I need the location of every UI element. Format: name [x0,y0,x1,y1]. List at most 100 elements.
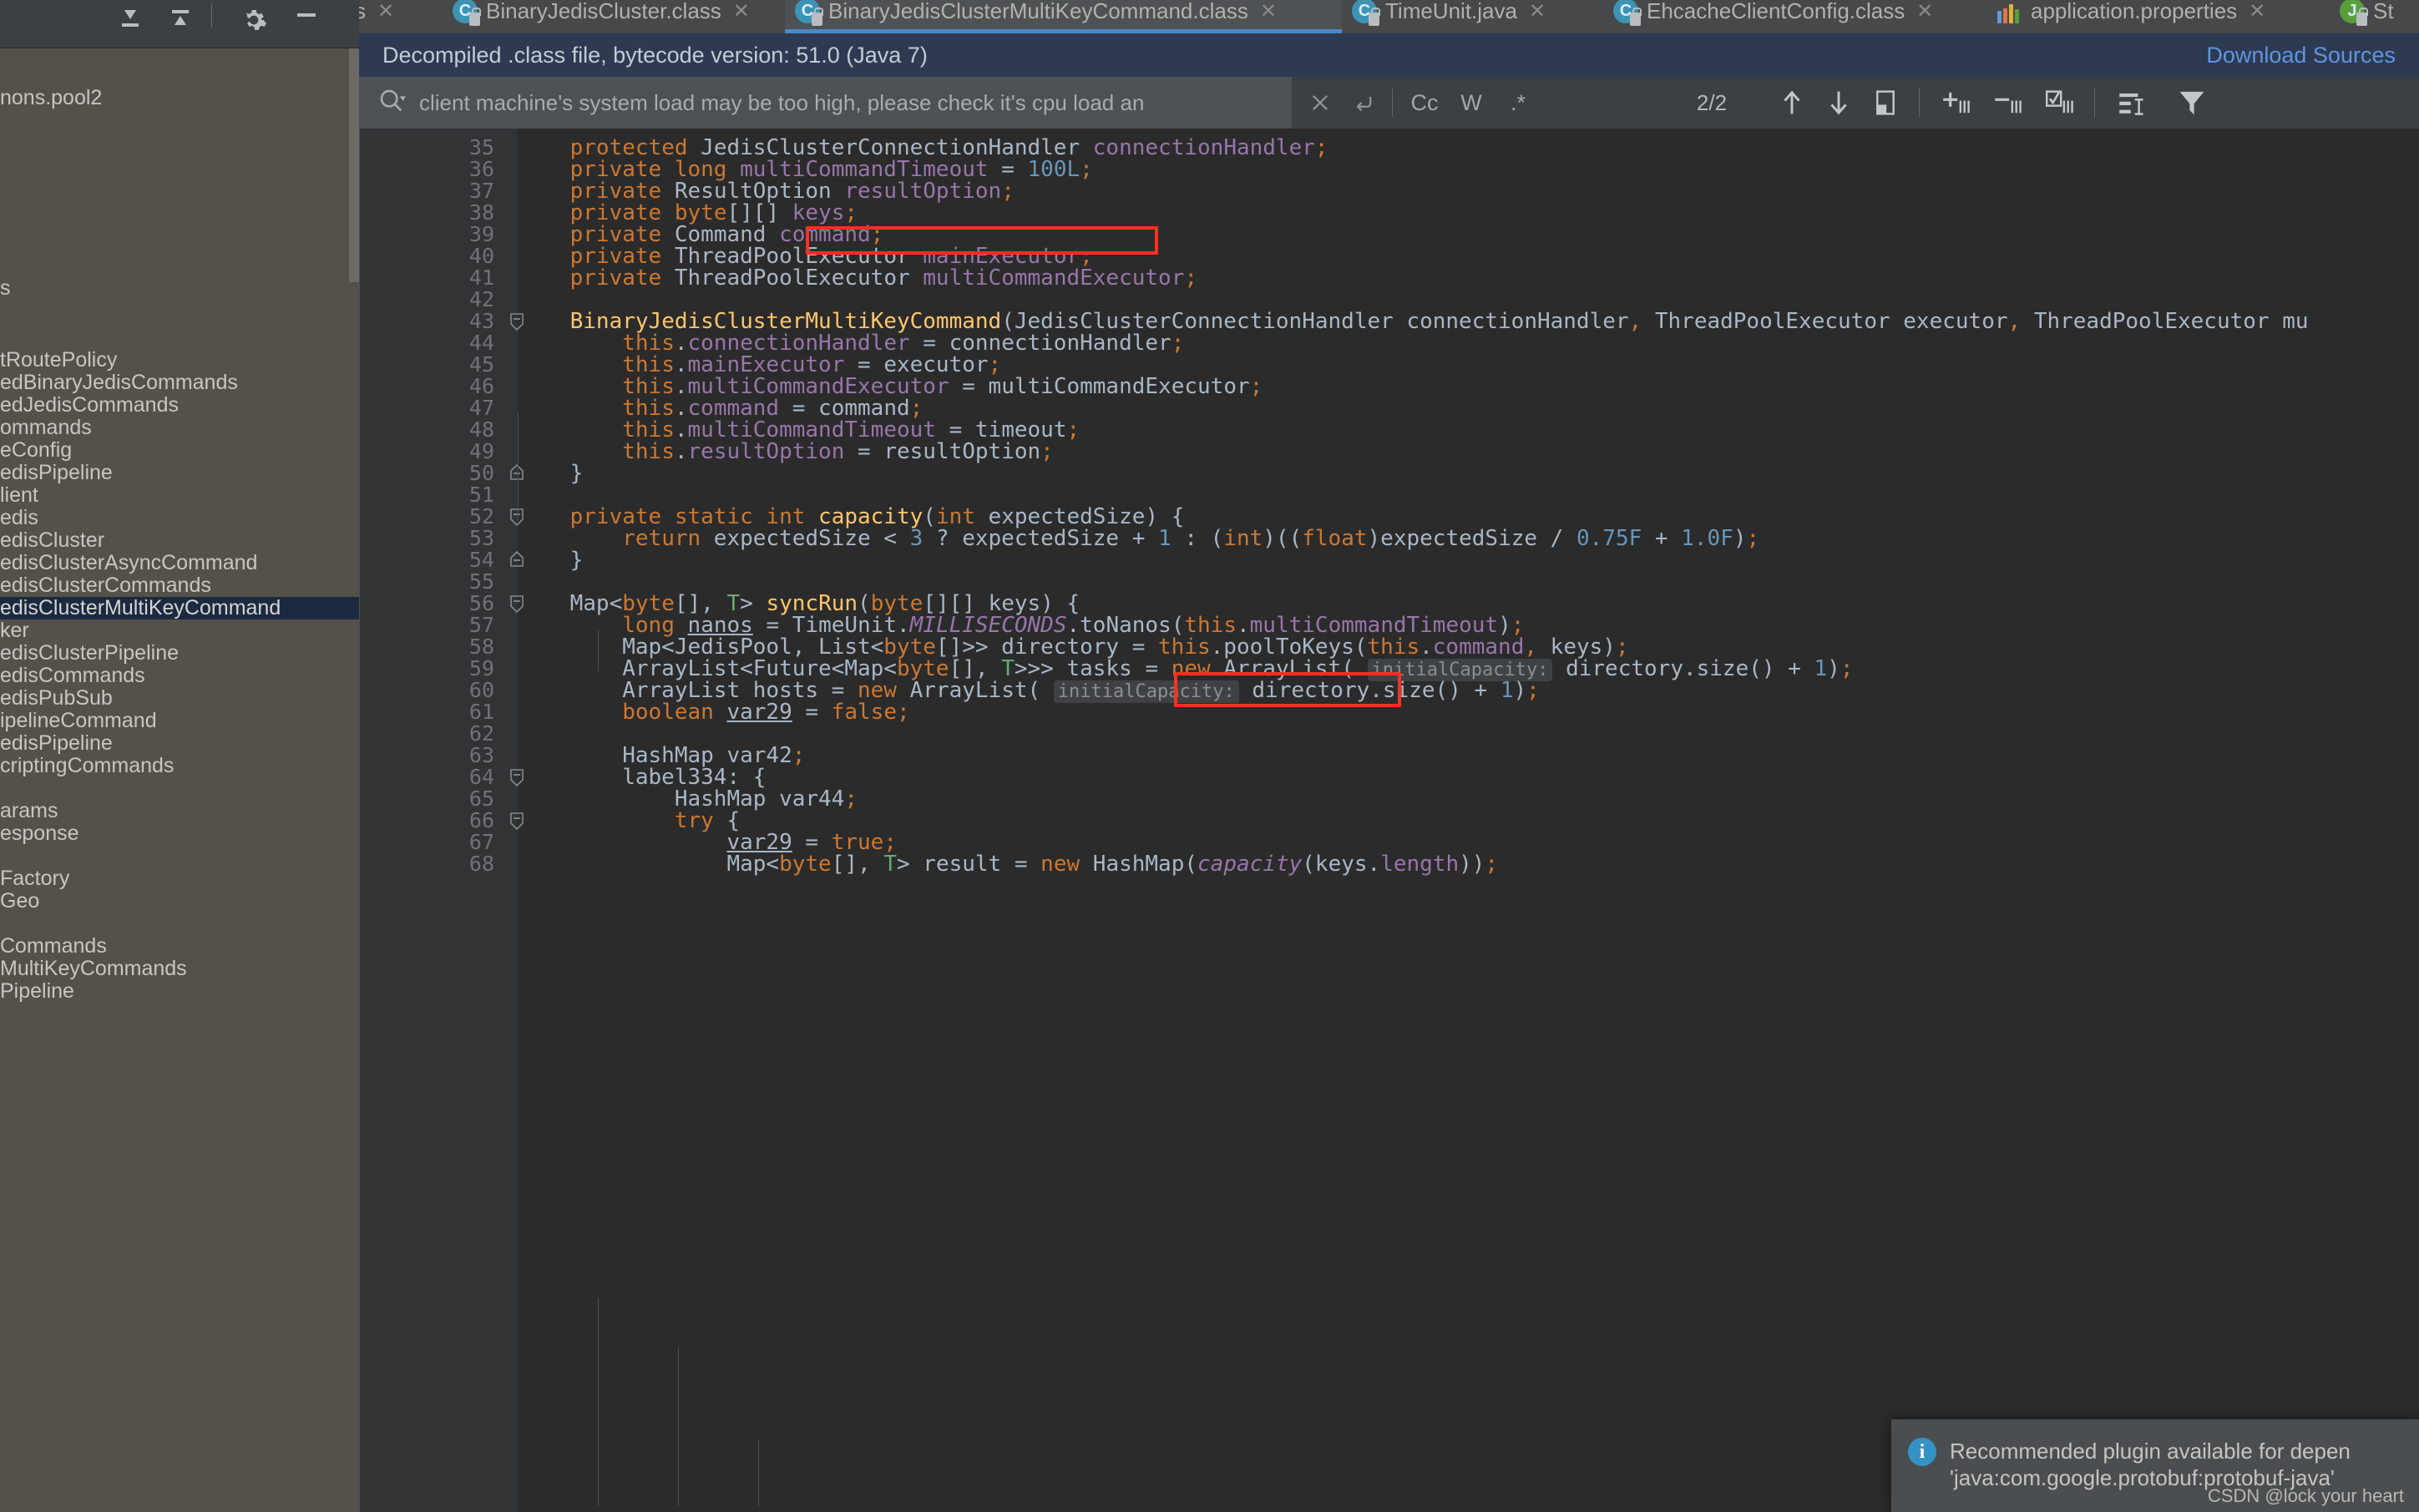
code-line[interactable]: Map<byte[], T> result = new HashMap(capa… [518,852,1498,877]
tree-item[interactable]: edJedisCommands [0,394,359,417]
close-tab-icon[interactable]: ✕ [1916,0,1933,23]
line-number: 40 [394,244,494,268]
tree-item[interactable]: s [0,277,359,300]
collapse-all-icon[interactable] [109,0,152,33]
tree-item[interactable]: edisCommands [0,665,359,687]
code-token: : ( [1172,526,1224,551]
close-tab-icon[interactable]: ✕ [1529,0,1546,23]
code-token: multiCommandExecutor [923,265,1184,291]
tree-item[interactable]: edisCluster [0,529,359,552]
code-token: ; [1066,417,1080,442]
select-in-editor-icon[interactable] [1862,77,1909,129]
tree-item[interactable]: nons.pool2 [0,87,359,109]
regex-icon[interactable]: .* [1495,77,1541,129]
tree-item[interactable]: edisPipeline [0,462,359,484]
tree-item-label: edisClusterCommands [0,574,211,597]
editor-tab[interactable]: Css✕ [359,0,443,33]
class-file-icon: C [1613,0,1638,23]
editor-tab[interactable]: C EhcacheClientConfig.class ✕ [1603,0,1987,33]
editor-tab[interactable]: application.properties ✕ [1987,0,2330,33]
tree-item[interactable]: ommands [0,417,359,439]
editor-tab[interactable]: C TimeUnit.java ✕ [1342,0,1603,33]
class-file-icon: C [1352,0,1377,23]
select-all-occurrences-icon[interactable] [2034,77,2086,129]
remove-occurrence-icon[interactable] [1982,77,2034,129]
code-token: ; [1172,331,1185,356]
code-token: ThreadPoolExecutor [675,265,923,291]
editor-tab[interactable]: C BinaryJedisCluster.class ✕ [443,0,785,33]
editor-gutter[interactable]: 35 36 37 38 39 40 41 42 43 44 45 46 47 48 49 50 51 52 53 54… [359,129,518,1512]
tree-item[interactable]: ipelineCommand [0,710,359,732]
code-token: ArrayList( [897,678,1054,703]
tree-item[interactable]: edisClusterPipeline [0,642,359,665]
gear-icon[interactable] [232,0,276,33]
tree-item-label: eConfig [0,439,72,462]
close-tab-icon[interactable]: ✕ [733,0,750,23]
code-line[interactable]: private ThreadPoolExecutor multiCommandE… [518,265,1197,291]
tree-item[interactable]: criptingCommands [0,755,359,777]
open-in-find-window-icon[interactable] [2106,77,2158,129]
editor-tab[interactable]: C BinaryJedisClusterMultiKeyCommand.class… [785,0,1342,33]
tree-item[interactable]: eConfig [0,439,359,462]
find-next-icon[interactable] [1815,77,1862,129]
reset-search-icon[interactable] [1342,77,1385,129]
add-occurrence-icon[interactable] [1931,77,1982,129]
tree-item[interactable]: esponse [0,822,359,845]
code-line[interactable]: } [518,548,583,573]
code-token: ) [1513,678,1526,703]
code-token: ; [1250,374,1263,399]
tree-item[interactable]: ker [0,619,359,642]
tree-item[interactable]: edisClusterAsyncCommand [0,552,359,574]
decompiled-banner: Decompiled .class file, bytecode version… [359,33,2419,77]
code-token: 1.0F [1681,526,1733,551]
download-sources-link[interactable]: Download Sources [2206,43,2396,68]
code-token: ; [1315,135,1328,160]
code-token: capacity [1197,852,1302,877]
code-token: ; [1747,526,1760,551]
close-search-icon[interactable] [1298,77,1342,129]
tree-item[interactable]: edis [0,507,359,529]
code-line[interactable]: return expectedSize < 3 ? expectedSize +… [518,526,1759,551]
code-content[interactable]: protected JedisClusterConnectionHandler … [518,129,2419,1512]
tree-item[interactable]: edisPubSub [0,687,359,710]
match-case-icon[interactable]: Cc [1401,77,1448,129]
line-number: 43 [394,309,494,333]
highlight-box-timeout-usage [1174,672,1401,707]
tree-item[interactable]: edisPipeline [0,732,359,755]
tree-item[interactable]: tRoutePolicy [0,349,359,372]
code-line[interactable]: boolean var29 = false; [518,700,910,725]
code-token: 1 [1814,656,1828,681]
tree-item[interactable]: Commands [0,935,359,958]
editor-tab[interactable]: J St [2330,0,2419,33]
close-tab-icon[interactable]: ✕ [2249,0,2265,23]
hide-window-icon[interactable] [284,0,327,33]
code-token: + [1642,526,1681,551]
tree-item[interactable]: arams [0,800,359,822]
line-number: 51 [394,483,494,507]
code-line[interactable]: this.resultOption = resultOption; [518,439,1054,464]
close-tab-icon[interactable]: ✕ [1260,0,1277,23]
code-line[interactable]: } [518,461,583,486]
tree-item[interactable]: Geo [0,890,359,913]
tree-item-label: edisCluster [0,529,104,552]
whole-words-icon[interactable]: W [1448,77,1495,129]
project-tree[interactable]: nons.pool2 s tRoutePolicy edBinaryJedisComm… [0,48,359,1512]
project-scrollbar[interactable] [349,48,359,282]
tree-item[interactable]: MultiKeyCommands [0,958,359,980]
tree-item[interactable]: edBinaryJedisCommands [0,372,359,394]
code-token: ; [792,743,806,768]
tree-item[interactable]: Factory [0,867,359,890]
search-input[interactable]: client machine's system load may be too … [359,77,1292,129]
code-token: )) [1459,852,1485,877]
code-token: directory.size() + [1552,656,1814,681]
banner-text: Decompiled .class file, bytecode version… [382,43,928,68]
tree-item[interactable]: Pipeline [0,980,359,1003]
tree-item[interactable]: edisClusterMultiKeyCommand [0,597,359,619]
close-tab-icon[interactable]: ✕ [377,0,394,23]
filter-icon[interactable] [2166,77,2218,129]
expand-all-icon[interactable] [159,0,202,33]
search-query-text[interactable]: client machine's system load may be too … [419,90,1144,116]
tree-item[interactable]: edisClusterCommands [0,574,359,597]
tree-item[interactable]: lient [0,484,359,507]
find-previous-icon[interactable] [1769,77,1815,129]
